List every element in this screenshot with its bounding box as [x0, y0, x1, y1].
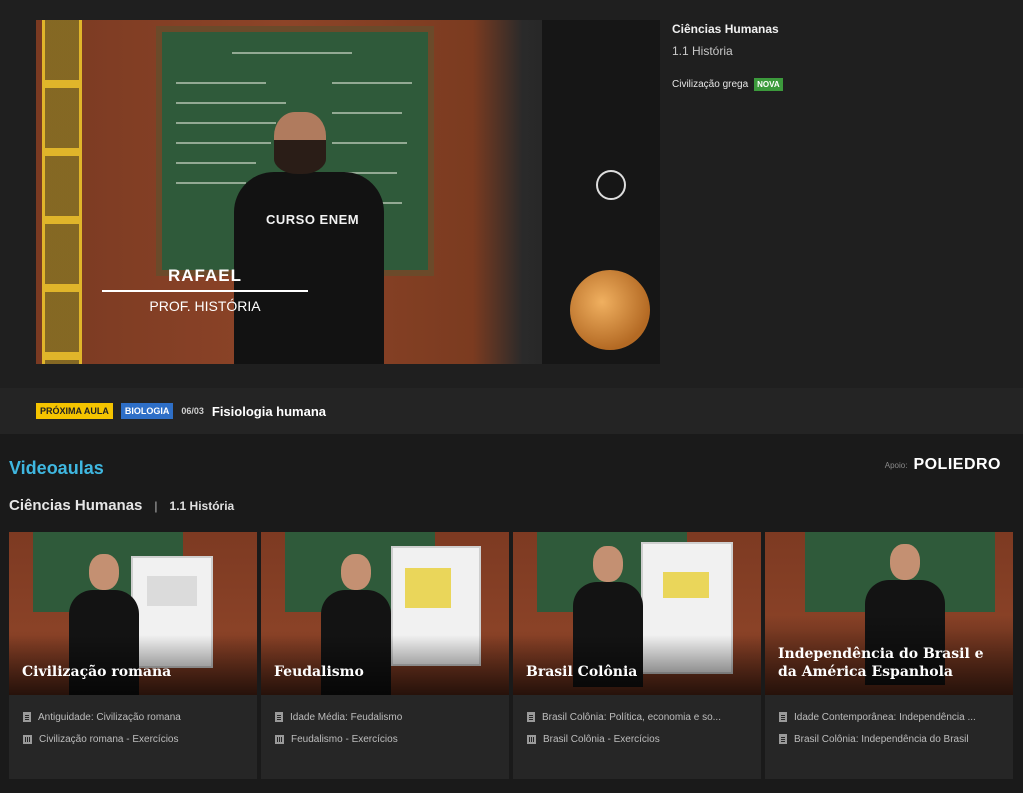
lesson-subtitle: 1.1 História: [672, 44, 733, 58]
breadcrumb-sub[interactable]: 1.1 História: [170, 499, 235, 513]
next-lesson-title[interactable]: Fisiologia humana: [212, 404, 326, 419]
shirt-logo: CURSO ENEM: [266, 212, 360, 227]
video-thumbnail[interactable]: Feudalismo: [261, 532, 509, 695]
video-title[interactable]: Independência do Brasil e da América Esp…: [778, 645, 1003, 681]
teacher-role: PROF. HISTÓRIA: [149, 298, 261, 314]
globe: [570, 270, 650, 350]
next-lesson-date: 06/03: [181, 406, 204, 416]
video-card[interactable]: Civilização romana Antiguidade: Civiliza…: [9, 532, 257, 779]
exercise-icon: [527, 734, 536, 744]
lesson-topic[interactable]: Civilização grega: [672, 79, 748, 90]
video-card[interactable]: Independência do Brasil e da América Esp…: [765, 532, 1013, 779]
exercise-icon: [275, 734, 284, 744]
chalk-drawing: [596, 170, 626, 200]
next-lesson-label: PRÓXIMA AULA: [36, 403, 113, 419]
video-thumbnail[interactable]: Independência do Brasil e da América Esp…: [765, 532, 1013, 695]
video-title[interactable]: Civilização romana: [22, 663, 247, 681]
video-player[interactable]: CURSO ENEM RAFAEL PROF. HISTÓRIA: [36, 20, 660, 364]
lesson-header: CURSO ENEM RAFAEL PROF. HISTÓRIA Ciência…: [0, 0, 1023, 388]
bookshelf: [42, 20, 82, 364]
subject-badge: BIOLOGIA: [120, 403, 174, 419]
card-item[interactable]: Brasil Colônia: Independência do Brasil: [779, 733, 1013, 745]
card-item[interactable]: Brasil Colônia: Política, economia e so.…: [527, 711, 761, 723]
document-icon: [23, 712, 31, 722]
card-item[interactable]: Idade Média: Feudalismo: [275, 711, 509, 723]
card-item[interactable]: Brasil Colônia - Exercícios: [527, 733, 761, 745]
video-card-list: Civilização romana Antiguidade: Civiliza…: [9, 532, 1013, 779]
video-title[interactable]: Feudalismo: [274, 663, 499, 681]
new-badge: NOVA: [754, 78, 783, 91]
breadcrumb: Ciências Humanas | 1.1 História: [9, 497, 234, 514]
teacher-name-tag: RAFAEL PROF. HISTÓRIA: [102, 266, 308, 314]
exercise-icon: [23, 734, 32, 744]
video-thumbnail[interactable]: Brasil Colônia: [513, 532, 761, 695]
lesson-info: Ciências Humanas 1.1 História Civilizaçã…: [672, 22, 783, 91]
sponsor-logo: POLIEDRO: [913, 456, 1001, 473]
card-item[interactable]: Feudalismo - Exercícios: [275, 733, 509, 745]
lesson-topic-row[interactable]: Civilização grega NOVA: [672, 78, 783, 91]
document-icon: [527, 712, 535, 722]
video-card[interactable]: Feudalismo Idade Média: Feudalismo Feuda…: [261, 532, 509, 779]
breadcrumb-main[interactable]: Ciências Humanas: [9, 497, 142, 514]
lesson-title: Ciências Humanas: [672, 22, 779, 36]
video-thumbnail[interactable]: Civilização romana: [9, 532, 257, 695]
video-card[interactable]: Brasil Colônia Brasil Colônia: Política,…: [513, 532, 761, 779]
card-item[interactable]: Civilização romana - Exercícios: [23, 733, 257, 745]
next-lesson-bar[interactable]: PRÓXIMA AULA BIOLOGIA 06/03 Fisiologia h…: [0, 388, 1023, 434]
card-item[interactable]: Antiguidade: Civilização romana: [23, 711, 257, 723]
document-icon: [779, 712, 787, 722]
document-icon: [275, 712, 283, 722]
video-title[interactable]: Brasil Colônia: [526, 663, 751, 681]
card-item[interactable]: Idade Contemporânea: Independência ...: [779, 711, 1013, 723]
videoaulas-section: Videoaulas Apoio: POLIEDRO Ciências Huma…: [0, 434, 1023, 793]
section-title: Videoaulas: [9, 458, 104, 478]
document-icon: [779, 734, 787, 744]
teacher-name: RAFAEL: [168, 266, 242, 285]
sponsor-label: Apoio:: [884, 460, 908, 470]
teacher-figure: CURSO ENEM: [224, 112, 384, 364]
sponsor: Apoio: POLIEDRO: [885, 456, 1001, 474]
breadcrumb-separator: |: [154, 498, 158, 513]
